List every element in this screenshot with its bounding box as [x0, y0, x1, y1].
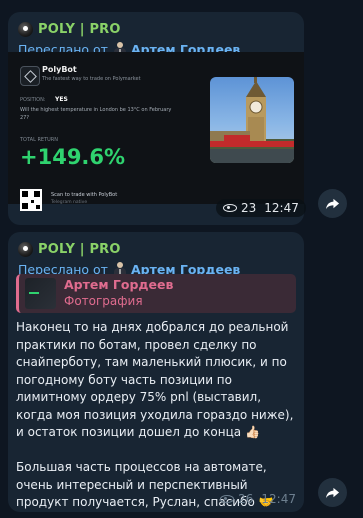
share-icon	[325, 198, 340, 210]
total-return-value: +149.6%	[20, 145, 126, 169]
card-tagline: The fastest way to trade on Polymarket	[42, 76, 141, 82]
message-1-meta: 23 12:47	[216, 199, 306, 217]
position-value: YES	[55, 96, 68, 103]
qr-code-icon	[20, 189, 42, 211]
channel-name[interactable]: POLY | PRO	[38, 242, 121, 257]
total-return-label: TOTAL RETURN	[20, 137, 59, 143]
card-brand: PolyBot	[42, 65, 77, 74]
eye-icon	[220, 495, 235, 503]
channel-header: POLY | PRO	[18, 240, 294, 258]
channel-avatar-icon	[18, 21, 33, 37]
big-ben-illustration	[210, 77, 294, 163]
position-label: POSITION:	[20, 97, 46, 103]
big-ben-photo	[210, 77, 294, 163]
eye-icon	[223, 204, 237, 212]
message-time: 12:47	[264, 201, 299, 215]
reply-photo-thumbnail	[25, 278, 56, 309]
channel-header: POLY | PRO	[18, 20, 294, 38]
message-time: 12:47	[261, 492, 296, 506]
polybot-card-image[interactable]: PolyBot The fastest way to trade on Poly…	[8, 52, 304, 211]
share-icon	[325, 487, 340, 499]
share-button[interactable]	[318, 478, 347, 507]
reply-type: Фотография	[64, 294, 143, 308]
reply-preview[interactable]: Артем Гордеев Фотография	[16, 274, 296, 313]
channel-avatar-icon	[18, 241, 33, 257]
reply-author: Артем Гордеев	[64, 277, 174, 292]
scan-text: Scan to trade with PolyBot	[51, 192, 118, 198]
view-count: 23	[241, 201, 257, 215]
message-bubble-2[interactable]: POLY | PRO Переслано от Артем Гордеев Ар…	[8, 232, 304, 512]
polybot-logo-icon	[20, 66, 40, 86]
message-text: Наконец то на днях добрался до реальной …	[16, 320, 294, 509]
share-button[interactable]	[318, 189, 347, 218]
channel-name[interactable]: POLY | PRO	[38, 22, 121, 37]
scan-subtext: Telegram native	[51, 200, 88, 205]
market-question: Will the highest temperature in London b…	[20, 107, 172, 121]
message-2-meta: 26 12:47	[220, 492, 296, 506]
view-count: 26	[238, 492, 254, 506]
